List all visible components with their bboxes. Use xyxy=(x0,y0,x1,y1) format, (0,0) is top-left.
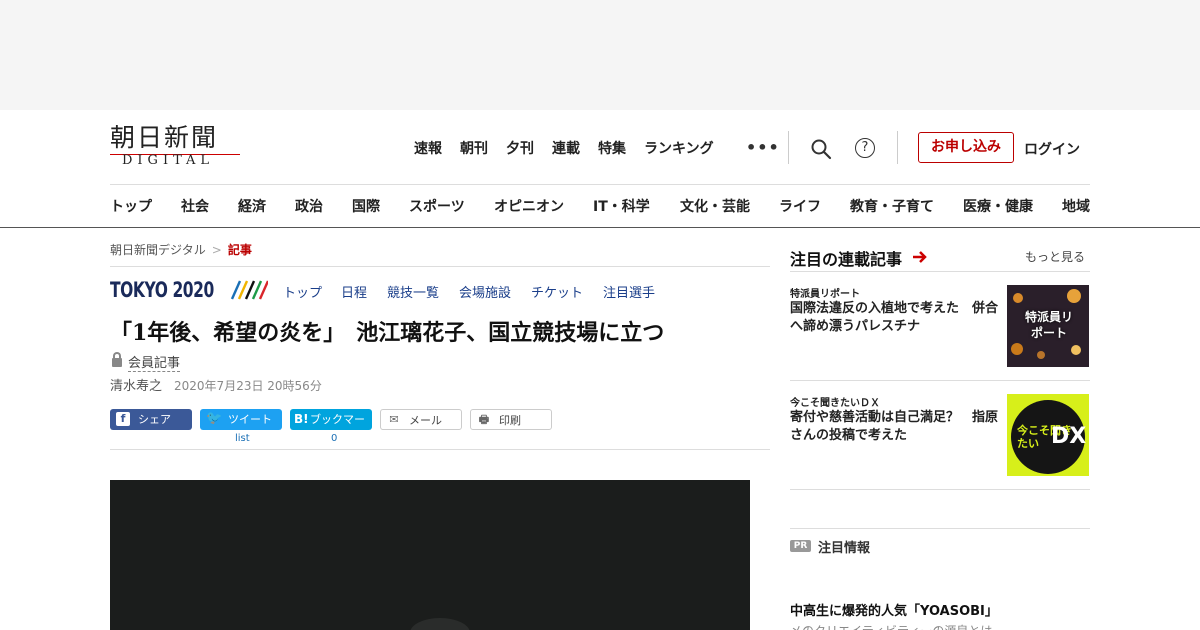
mail-share-button[interactable]: ✉ メール xyxy=(380,409,462,430)
category-nav: トップ 社会 経済 政治 国際 スポーツ オピニオン IT・科学 文化・芸能 ラ… xyxy=(110,196,1110,216)
feature-title-link[interactable]: 国際法違反の入植地で考えた 併合へ諦め漂うパレスチナ xyxy=(790,300,1002,336)
mail-share-label: メール xyxy=(409,414,442,427)
category-it-science[interactable]: IT・科学 xyxy=(593,196,650,216)
breadcrumb-rule xyxy=(110,266,770,267)
pr-badge: PR xyxy=(790,540,811,552)
topnav-item-morning[interactable]: 朝刊 xyxy=(460,138,488,158)
arrow-right-icon[interactable] xyxy=(912,250,928,264)
breadcrumb-separator: > xyxy=(211,243,222,257)
feature-thumbnail-dx[interactable]: 今こそ聞きたい DX xyxy=(1007,394,1089,476)
tokyo-stripe xyxy=(244,280,256,300)
tokyo-nav-athletes[interactable]: 注目選手 xyxy=(603,282,655,301)
tokyo-nav-venues[interactable]: 会場施設 xyxy=(459,282,511,301)
tokyo-nav-top[interactable]: トップ xyxy=(283,282,322,301)
sidebar-rule xyxy=(790,528,1090,529)
feature-title-link[interactable]: 寄付や慈善活動は自己満足？ 指原さんの投稿で考えた xyxy=(790,409,1002,445)
category-politics[interactable]: 政治 xyxy=(295,196,323,216)
tokyo-nav-events[interactable]: 競技一覧 xyxy=(387,282,439,301)
category-international[interactable]: 国際 xyxy=(352,196,380,216)
byline: 清水寿之 2020年7月23日 20時56分 xyxy=(110,375,322,394)
article-headline: 「1年後、希望の炎を」 池江璃花子、国立競技場に立つ xyxy=(110,320,665,346)
member-article-badge[interactable]: 会員記事 xyxy=(112,352,181,372)
topnav-item-features[interactable]: 特集 xyxy=(598,138,626,158)
mail-icon: ✉ xyxy=(389,413,399,426)
feature-thumbnail-correspondent[interactable]: 特派員リポート xyxy=(1007,285,1089,367)
twitter-count-link[interactable]: list xyxy=(235,433,250,444)
topnav-item-breaking[interactable]: 速報 xyxy=(414,138,442,158)
sidebar-rule xyxy=(790,489,1090,490)
category-culture[interactable]: 文化・芸能 xyxy=(680,196,750,216)
publish-date: 2020年7月23日 20時56分 xyxy=(174,379,322,393)
thumbnail-text: 特派員リポート xyxy=(1024,310,1073,340)
topnav-item-evening[interactable]: 夕刊 xyxy=(506,138,534,158)
tokyo-2020-stripes-icon xyxy=(230,280,268,300)
logo-main-text: 朝日新聞 xyxy=(110,123,219,152)
share-rule xyxy=(110,449,770,450)
twitter-share-label: ツイート xyxy=(228,413,272,426)
category-economy[interactable]: 経済 xyxy=(238,196,266,216)
feature-tag: 今こそ聞きたいＤＸ xyxy=(790,398,880,409)
signup-button[interactable]: お申し込み xyxy=(918,132,1014,163)
twitter-share-button[interactable]: 🐦 ツイート xyxy=(200,409,282,430)
top-nav: 速報 朝刊 夕刊 連載 特集 ランキング xyxy=(414,138,732,158)
facebook-share-button[interactable]: f シェア xyxy=(110,409,192,430)
logo-sub-text: DIGITAL xyxy=(122,153,215,168)
category-rule xyxy=(0,227,1200,228)
feature-tag: 特派員リポート xyxy=(790,289,860,300)
author-name: 清水寿之 xyxy=(110,379,163,394)
pr-section-label: 注目情報 xyxy=(818,541,871,556)
lock-icon xyxy=(112,352,122,367)
hatena-bookmark-button[interactable]: B! ブックマーク xyxy=(290,409,372,447)
print-button[interactable]: 🖶 印刷 xyxy=(470,409,552,430)
header-divider xyxy=(897,131,898,164)
category-local[interactable]: 地域 xyxy=(1062,196,1090,216)
sidebar-more-link[interactable]: もっと見る xyxy=(1025,248,1085,265)
header-rule xyxy=(110,184,1090,185)
category-society[interactable]: 社会 xyxy=(181,196,209,216)
breadcrumb-current[interactable]: 記事 xyxy=(228,243,252,257)
tokyo-stripe xyxy=(258,280,268,300)
article-photo xyxy=(110,480,750,630)
hatena-bookmark-icon: B! xyxy=(294,412,309,426)
tokyo-stripe xyxy=(237,280,249,300)
twitter-bird-icon: 🐦 xyxy=(206,411,223,426)
tokyo-stripe xyxy=(251,280,263,300)
sidebar-rule xyxy=(790,380,1090,381)
search-icon[interactable] xyxy=(810,138,832,160)
tokyo-nav-tickets[interactable]: チケット xyxy=(531,282,583,301)
pr-item-link[interactable]: 中高生に爆発的人気「YOASOBI」 xyxy=(790,600,998,619)
tokyo-2020-logo[interactable]: TOKYO 2020 xyxy=(110,278,214,302)
login-link[interactable]: ログイン xyxy=(1024,139,1080,159)
ad-banner-area xyxy=(0,0,1200,110)
category-sports[interactable]: スポーツ xyxy=(409,196,465,216)
category-education[interactable]: 教育・子育て xyxy=(850,196,934,216)
facebook-share-label: シェア xyxy=(138,413,171,426)
hatena-bookmark-label: ブックマーク xyxy=(310,413,365,447)
category-opinion[interactable]: オピニオン xyxy=(494,196,564,216)
topnav-item-series[interactable]: 連載 xyxy=(552,138,580,158)
printer-icon: 🖶 xyxy=(478,413,490,426)
asahi-digital-logo[interactable]: 朝日新聞 DIGITAL xyxy=(110,124,242,170)
facebook-icon: f xyxy=(116,412,130,426)
tokyo-stripe xyxy=(230,280,242,300)
category-life[interactable]: ライフ xyxy=(779,196,821,216)
category-top[interactable]: トップ xyxy=(110,196,152,216)
more-menu-icon[interactable]: ••• xyxy=(746,138,780,157)
photo-subject xyxy=(410,618,470,630)
header-divider xyxy=(788,131,789,164)
sidebar-title: 注目の連載記事 xyxy=(790,250,903,269)
hatena-count[interactable]: 0 xyxy=(331,433,337,444)
help-icon[interactable]: ? xyxy=(855,138,875,158)
breadcrumb: 朝日新聞デジタル > 記事 xyxy=(110,241,252,258)
thumbnail-dx-text: DX xyxy=(1051,424,1087,449)
topnav-item-ranking[interactable]: ランキング xyxy=(644,138,714,158)
sidebar-rule xyxy=(790,271,1090,272)
category-health[interactable]: 医療・健康 xyxy=(963,196,1033,216)
breadcrumb-home[interactable]: 朝日新聞デジタル xyxy=(110,243,206,257)
member-label: 会員記事 xyxy=(128,356,181,372)
pr-item-subtext: メのクリエイティビティーの源泉とは xyxy=(790,622,992,630)
tokyo-nav-schedule[interactable]: 日程 xyxy=(341,282,367,301)
print-label: 印刷 xyxy=(499,414,521,427)
